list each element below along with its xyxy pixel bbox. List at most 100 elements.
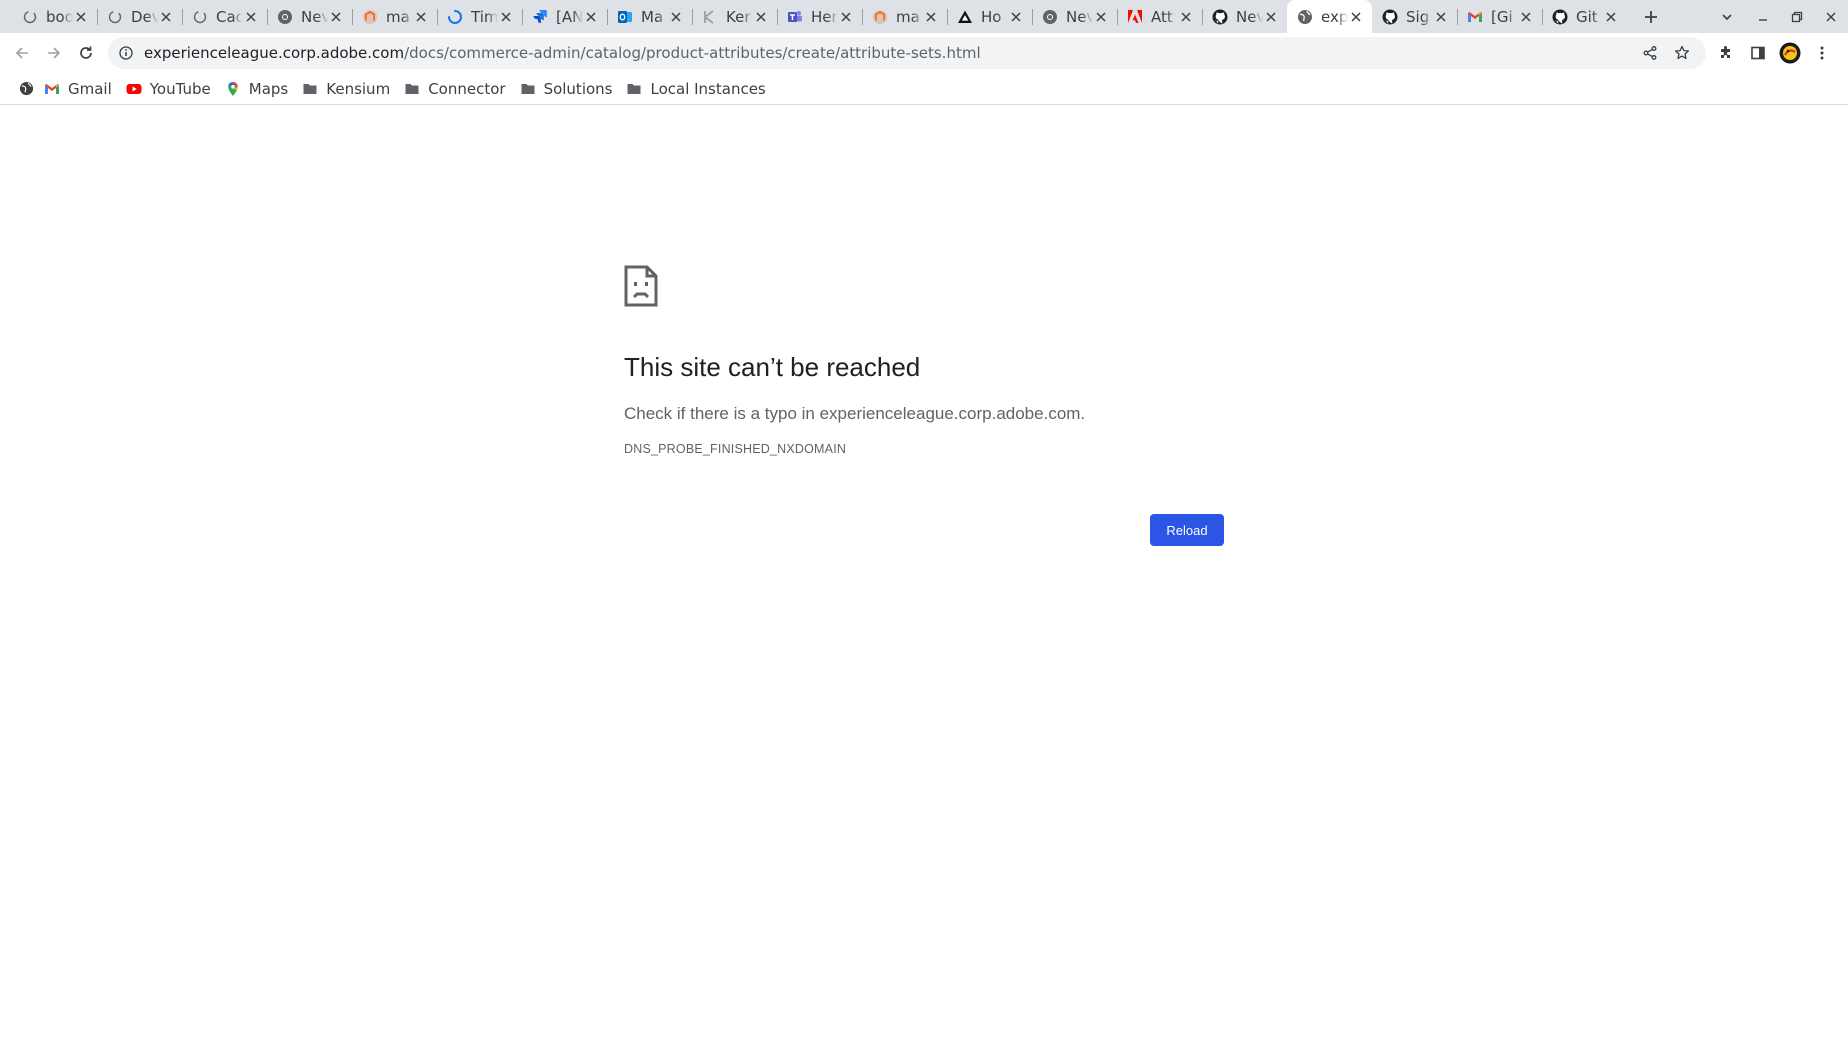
tab[interactable]: [AN: [522, 0, 607, 33]
tab[interactable]: Nev: [1202, 0, 1287, 33]
bookmark-label: Local Instances: [650, 79, 766, 98]
close-icon: [1351, 11, 1361, 22]
tab[interactable]: [Gi: [1457, 0, 1542, 33]
minimize-icon: [1759, 18, 1767, 21]
close-icon: [1096, 11, 1106, 22]
bookmark-maps[interactable]: Maps: [219, 75, 296, 103]
blank-circle-icon: [22, 9, 38, 25]
tab[interactable]: Her: [777, 0, 862, 33]
folder-icon: [626, 81, 642, 97]
restore-button[interactable]: [1780, 0, 1814, 33]
tab[interactable]: Att: [1117, 0, 1202, 33]
tab-title: Git: [1576, 7, 1598, 26]
close-icon: [1826, 12, 1836, 21]
bookmark-star-button[interactable]: [1666, 37, 1698, 69]
tab-close-button[interactable]: [1093, 9, 1109, 25]
address-bar[interactable]: experienceleague.corp.adobe.com/docs/com…: [108, 37, 1706, 69]
close-icon: [76, 11, 86, 22]
bookmark-local-instances[interactable]: Local Instances: [620, 75, 773, 103]
tab-close-button[interactable]: [328, 9, 344, 25]
tab-close-button[interactable]: [923, 9, 939, 25]
tab-title: Her: [811, 7, 838, 26]
bookmark-youtube[interactable]: YouTube: [120, 75, 219, 103]
magento-icon: [872, 9, 888, 25]
tab-title: ma: [896, 7, 920, 26]
close-icon: [1266, 11, 1276, 22]
minimize-button[interactable]: [1746, 0, 1780, 33]
tab[interactable]: Sig: [1372, 0, 1457, 33]
close-icon: [1181, 11, 1191, 22]
tab-title: Ho: [981, 7, 1002, 26]
tab-close-button[interactable]: [158, 9, 174, 25]
loading-spinner-icon: [447, 9, 463, 25]
tab[interactable]: Cac: [182, 0, 267, 33]
tab[interactable]: ma: [862, 0, 947, 33]
tab-close-button[interactable]: [1433, 9, 1449, 25]
back-button[interactable]: [6, 37, 38, 69]
tab-close-button[interactable]: [1178, 9, 1194, 25]
reload-button[interactable]: Reload: [1150, 514, 1224, 546]
sad-page-icon: [624, 265, 658, 307]
bookmark-solutions[interactable]: Solutions: [514, 75, 621, 103]
globe-icon: [18, 81, 34, 97]
tab-close-button[interactable]: [838, 9, 854, 25]
tab-title: [AN: [556, 7, 583, 26]
bookmark-apps[interactable]: [12, 75, 38, 103]
tab[interactable]: Git: [1542, 0, 1627, 33]
reload-toolbar-button[interactable]: [70, 37, 102, 69]
gmail-icon: [44, 81, 60, 97]
extensions-button[interactable]: [1710, 37, 1742, 69]
tab-title: Nev: [301, 7, 328, 26]
share-icon: [1643, 46, 1657, 60]
tab-close-button[interactable]: [1518, 9, 1534, 25]
bookmark-kensium[interactable]: Kensium: [296, 75, 398, 103]
side-panel-button[interactable]: [1742, 37, 1774, 69]
forward-button[interactable]: [38, 37, 70, 69]
tab[interactable]: Ker: [692, 0, 777, 33]
blank-circle-icon: [192, 9, 208, 25]
menu-button[interactable]: [1806, 37, 1838, 69]
tab-close-button[interactable]: [1348, 9, 1364, 25]
tab-close-button[interactable]: [753, 9, 769, 25]
tab-close-button[interactable]: [1008, 9, 1024, 25]
bookmark-label: YouTube: [149, 79, 211, 98]
tab-search-button[interactable]: [1710, 0, 1744, 33]
folder-icon: [302, 81, 318, 97]
tab-title: Cac: [216, 7, 243, 26]
tab[interactable]: Tim: [437, 0, 522, 33]
tab-title: Sig: [1406, 7, 1430, 26]
tab-close-button[interactable]: [1603, 9, 1619, 25]
outlook-icon: [617, 9, 633, 25]
tab-title: Att: [1151, 7, 1173, 26]
close-window-button[interactable]: [1814, 0, 1848, 33]
tab-close-button[interactable]: [583, 9, 599, 25]
tab[interactable]: ma: [352, 0, 437, 33]
puzzle-piece-icon: [1721, 46, 1730, 58]
url-path: /docs/commerce-admin/catalog/product-att…: [404, 44, 981, 62]
new-tab-button[interactable]: [1635, 0, 1667, 33]
tab-close-button[interactable]: [1263, 9, 1279, 25]
site-info-button[interactable]: [108, 37, 144, 69]
bookmark-connector[interactable]: Connector: [398, 75, 513, 103]
tab-close-button[interactable]: [668, 9, 684, 25]
globe-icon: [1297, 9, 1313, 25]
tab-active[interactable]: exp: [1287, 0, 1372, 33]
plus-icon: [1645, 10, 1657, 23]
tab[interactable]: boo: [12, 0, 97, 33]
tab[interactable]: Nev: [267, 0, 352, 33]
close-icon: [501, 11, 511, 22]
profile-button[interactable]: [1774, 37, 1806, 69]
tab-close-button[interactable]: [243, 9, 259, 25]
tab[interactable]: Ho: [947, 0, 1032, 33]
tab-close-button[interactable]: [498, 9, 514, 25]
tab[interactable]: Dev: [97, 0, 182, 33]
github-icon: [1552, 9, 1568, 25]
folder-icon: [404, 81, 420, 97]
tab[interactable]: Nev: [1032, 0, 1117, 33]
refresh-icon: [80, 46, 92, 59]
tab-close-button[interactable]: [73, 9, 89, 25]
share-button[interactable]: [1634, 37, 1666, 69]
bookmark-gmail[interactable]: Gmail: [38, 75, 120, 103]
tab-close-button[interactable]: [413, 9, 429, 25]
tab[interactable]: Ma: [607, 0, 692, 33]
